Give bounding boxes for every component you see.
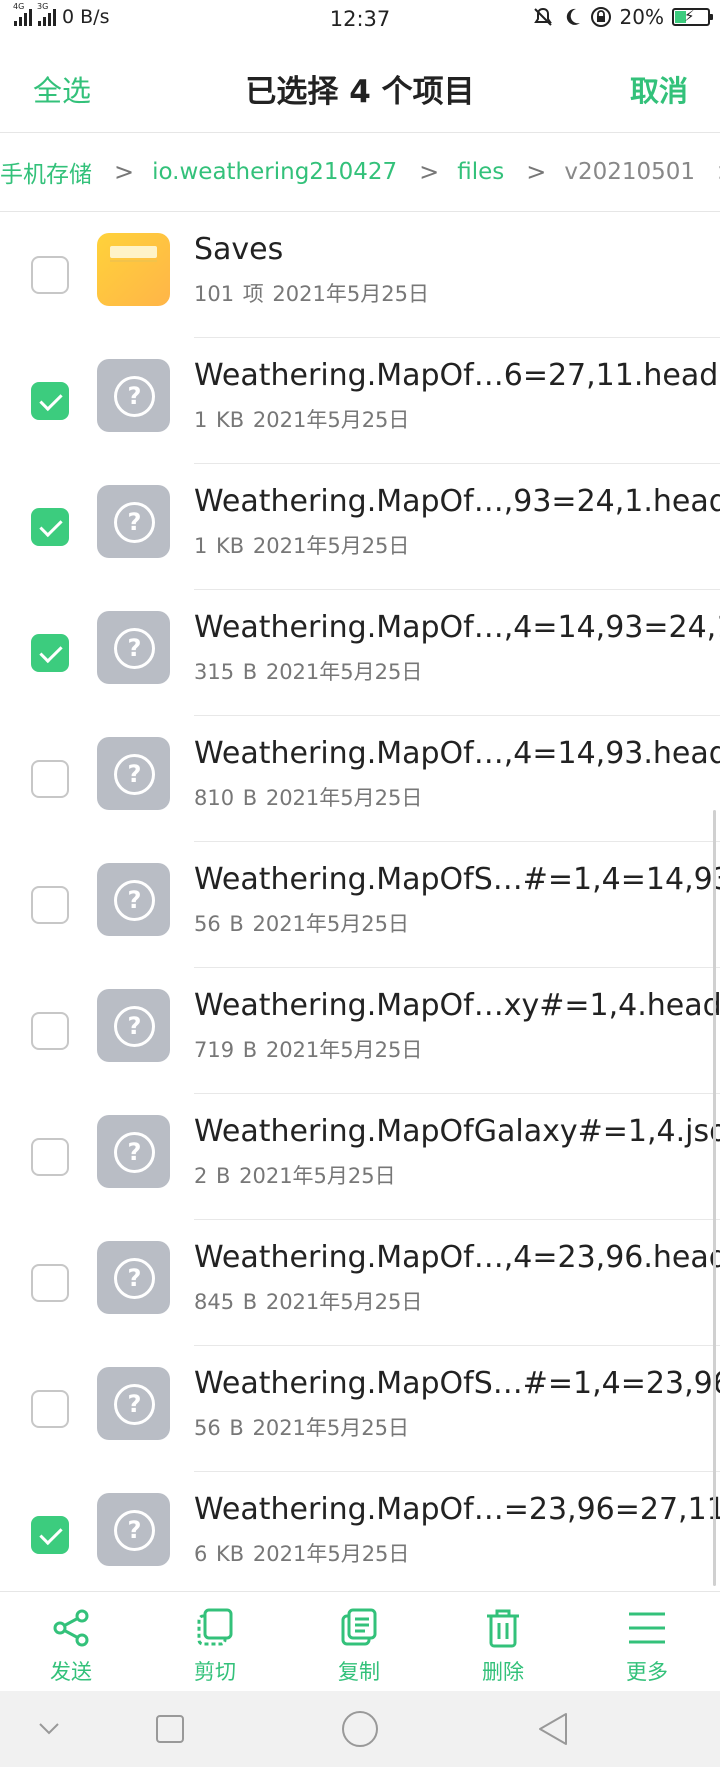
item-checkbox[interactable] xyxy=(31,1390,69,1428)
item-checkbox[interactable] xyxy=(31,508,69,546)
unknown-file-icon: ? xyxy=(97,1493,170,1566)
trash-icon xyxy=(487,1609,519,1648)
breadcrumb-item-current: v20210501 xyxy=(564,159,696,185)
square-icon[interactable] xyxy=(154,1709,186,1749)
item-checkbox[interactable] xyxy=(31,256,69,294)
file-meta: 1 KB 2021年5月25日 xyxy=(194,534,410,558)
unknown-file-icon: ? xyxy=(97,485,170,558)
list-item[interactable]: ? Weathering.MapOf…,4=23,96.head.json 845 … xyxy=(0,1220,720,1346)
file-meta: 56 B 2021年5月25日 xyxy=(194,912,410,936)
list-item[interactable]: Saves 101 项 2021年5月25日 xyxy=(0,212,720,338)
unknown-file-icon: ? xyxy=(97,1241,170,1314)
copy-label: 复制 xyxy=(338,1660,380,1684)
system-nav-bar xyxy=(0,1691,720,1767)
share-icon xyxy=(53,1609,89,1647)
file-name: Weathering.MapOfGalaxy#=1,4.json xyxy=(194,1114,720,1149)
cut-label: 剪切 xyxy=(194,1660,236,1684)
unknown-file-icon: ? xyxy=(97,611,170,684)
list-item[interactable]: ? Weathering.MapOf…,4=14,93=24,1.json 315 … xyxy=(0,590,720,716)
list-item[interactable]: ? Weathering.MapOf…6=27,11.head.json 1 KB … xyxy=(0,338,720,464)
list-item[interactable]: ? Weathering.MapOfGalaxy#=1,4.json 2 B 202… xyxy=(0,1094,720,1220)
list-item[interactable]: ? Weathering.MapOfS…#=1,4=14,93.json 56 B … xyxy=(0,842,720,968)
file-meta: 719 B 2021年5月25日 xyxy=(194,1038,423,1062)
file-name: Weathering.MapOf…,4=14,93=24,1.json xyxy=(194,610,720,645)
file-meta: 810 B 2021年5月25日 xyxy=(194,786,423,810)
mute-bell-icon xyxy=(533,7,552,26)
list-item[interactable]: ? Weathering.MapOf…xy#=1,4.head.json 719 B… xyxy=(0,968,720,1094)
file-name: Weathering.MapOf…,93=24,1.head.json xyxy=(194,484,720,519)
item-checkbox[interactable] xyxy=(31,1138,69,1176)
cut-button[interactable]: 剪切 xyxy=(165,1606,265,1686)
unknown-file-icon: ? xyxy=(97,359,170,432)
item-checkbox[interactable] xyxy=(31,634,69,672)
action-bar: 发送 剪切 复制 删除 更多 xyxy=(0,1591,720,1692)
file-name: Saves xyxy=(194,232,284,267)
file-list[interactable]: Saves 101 项 2021年5月25日? Weathering.MapOf…6… xyxy=(0,212,720,1590)
selection-header: 全选 已选择 4 个项目 取消 xyxy=(0,40,720,132)
chevron-right-icon: > xyxy=(114,158,135,186)
triangle-back-icon[interactable] xyxy=(536,1709,570,1749)
battery-icon: ⚡ xyxy=(672,7,713,26)
moon-icon xyxy=(566,8,580,25)
list-item[interactable]: ? Weathering.MapOfS…#=1,4=23,96.json 56 B … xyxy=(0,1346,720,1472)
delete-button[interactable]: 删除 xyxy=(453,1606,553,1686)
menu-icon xyxy=(629,1612,665,1644)
file-name: Weathering.MapOf…6=27,11.head.json xyxy=(194,358,720,393)
list-item[interactable]: ? Weathering.MapOf…=23,96=27,11.json 6 KB … xyxy=(0,1472,720,1590)
chevron-right-icon: > xyxy=(419,158,440,186)
chevron-right-icon: > xyxy=(526,158,547,186)
item-checkbox[interactable] xyxy=(31,1012,69,1050)
battery-percent: 20% xyxy=(619,5,664,29)
more-button[interactable]: 更多 xyxy=(597,1606,697,1686)
copy-icon xyxy=(341,1608,377,1646)
page-title: 已选择 4 个项目 xyxy=(245,74,475,110)
unknown-file-icon: ? xyxy=(97,989,170,1062)
cut-icon xyxy=(197,1608,233,1646)
file-meta: 1 KB 2021年5月25日 xyxy=(194,408,410,432)
rotation-lock-icon xyxy=(590,7,611,27)
file-name: Weathering.MapOf…,4=14,93.head.json xyxy=(194,736,720,771)
charging-icon: ⚡ xyxy=(684,7,695,25)
breadcrumb-item-phone-storage[interactable]: 手机存储 xyxy=(0,155,92,189)
item-checkbox[interactable] xyxy=(31,1516,69,1554)
file-meta: 845 B 2021年5月25日 xyxy=(194,1290,423,1314)
file-name: Weathering.MapOf…,4=23,96.head.json xyxy=(194,1240,720,1275)
list-item[interactable]: ? Weathering.MapOf…,93=24,1.head.json 1 KB… xyxy=(0,464,720,590)
breadcrumb-item-files[interactable]: files xyxy=(457,159,504,185)
circle-icon[interactable] xyxy=(340,1709,380,1749)
file-name: Weathering.MapOf…=23,96=27,11.json xyxy=(194,1492,720,1527)
chevron-down-icon[interactable] xyxy=(34,1709,64,1749)
file-meta: 6 KB 2021年5月25日 xyxy=(194,1542,410,1566)
breadcrumb: 手机存储 > io.weathering210427 > files > v20… xyxy=(0,132,720,212)
unknown-file-icon: ? xyxy=(97,863,170,936)
file-name: Weathering.MapOf…xy#=1,4.head.json xyxy=(194,988,720,1023)
file-meta: 56 B 2021年5月25日 xyxy=(194,1416,410,1440)
unknown-file-icon: ? xyxy=(97,1367,170,1440)
file-meta: 315 B 2021年5月25日 xyxy=(194,660,423,684)
more-label: 更多 xyxy=(626,1660,668,1684)
unknown-file-icon: ? xyxy=(97,737,170,810)
item-checkbox[interactable] xyxy=(31,886,69,924)
file-meta: 101 项 2021年5月25日 xyxy=(194,282,429,306)
status-bar: 4G 3G 0 B/s 12:37 20% ⚡ xyxy=(0,0,720,40)
item-checkbox[interactable] xyxy=(31,382,69,420)
folder-icon xyxy=(97,233,170,306)
file-name: Weathering.MapOfS…#=1,4=23,96.json xyxy=(194,1366,720,1401)
item-checkbox[interactable] xyxy=(31,760,69,798)
cancel-button[interactable]: 取消 xyxy=(630,68,688,110)
file-meta: 2 B 2021年5月25日 xyxy=(194,1164,396,1188)
item-checkbox[interactable] xyxy=(31,1264,69,1302)
file-name: Weathering.MapOfS…#=1,4=14,93.json xyxy=(194,862,720,897)
list-item[interactable]: ? Weathering.MapOf…,4=14,93.head.json 810 … xyxy=(0,716,720,842)
breadcrumb-item-app-folder[interactable]: io.weathering210427 xyxy=(152,159,397,185)
copy-button[interactable]: 复制 xyxy=(309,1606,409,1686)
delete-label: 删除 xyxy=(482,1660,524,1684)
scrollbar[interactable] xyxy=(713,810,716,1586)
send-label: 发送 xyxy=(50,1660,92,1684)
send-button[interactable]: 发送 xyxy=(21,1606,121,1686)
unknown-file-icon: ? xyxy=(97,1115,170,1188)
